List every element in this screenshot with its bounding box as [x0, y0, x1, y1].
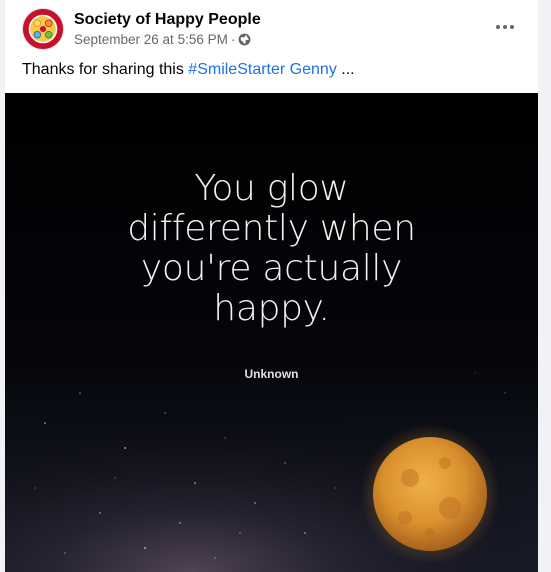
page-avatar[interactable] — [22, 8, 64, 50]
post-card: Society of Happy People September 26 at … — [0, 0, 551, 572]
post-meta: September 26 at 5:56 PM · — [74, 32, 251, 47]
quote-author: Unknown — [244, 367, 299, 381]
quote-line: differently when — [127, 208, 416, 249]
post-header: Society of Happy People September 26 at … — [22, 8, 532, 56]
more-options-button[interactable] — [492, 16, 518, 38]
more-options-icon — [496, 25, 500, 29]
quote-line: happy. — [213, 288, 330, 329]
more-dot — [510, 25, 514, 29]
meta-separator: · — [230, 32, 236, 47]
quote-line: you're actually — [140, 248, 403, 289]
post-message: Thanks for sharing this #SmileStarter Ge… — [22, 61, 532, 79]
hashtag-link[interactable]: #SmileStarter — [188, 61, 285, 78]
page-logo-icon — [23, 9, 63, 49]
more-dot — [503, 25, 507, 29]
night-sky-background — [5, 93, 538, 572]
mention-link[interactable]: Genny — [290, 61, 337, 78]
post-text-prefix: Thanks for sharing this — [22, 61, 189, 78]
page-name-link[interactable]: Society of Happy People — [74, 11, 261, 29]
see-more-ellipsis[interactable]: ... — [337, 61, 354, 78]
feed-background-right — [538, 0, 551, 572]
globe-icon[interactable] — [238, 33, 251, 46]
quote-text: You glow differently when you're actuall… — [5, 169, 538, 329]
post-image[interactable]: You glow differently when you're actuall… — [5, 93, 538, 572]
quote-line: You glow — [194, 168, 349, 209]
post-timestamp[interactable]: September 26 at 5:56 PM — [74, 32, 228, 47]
